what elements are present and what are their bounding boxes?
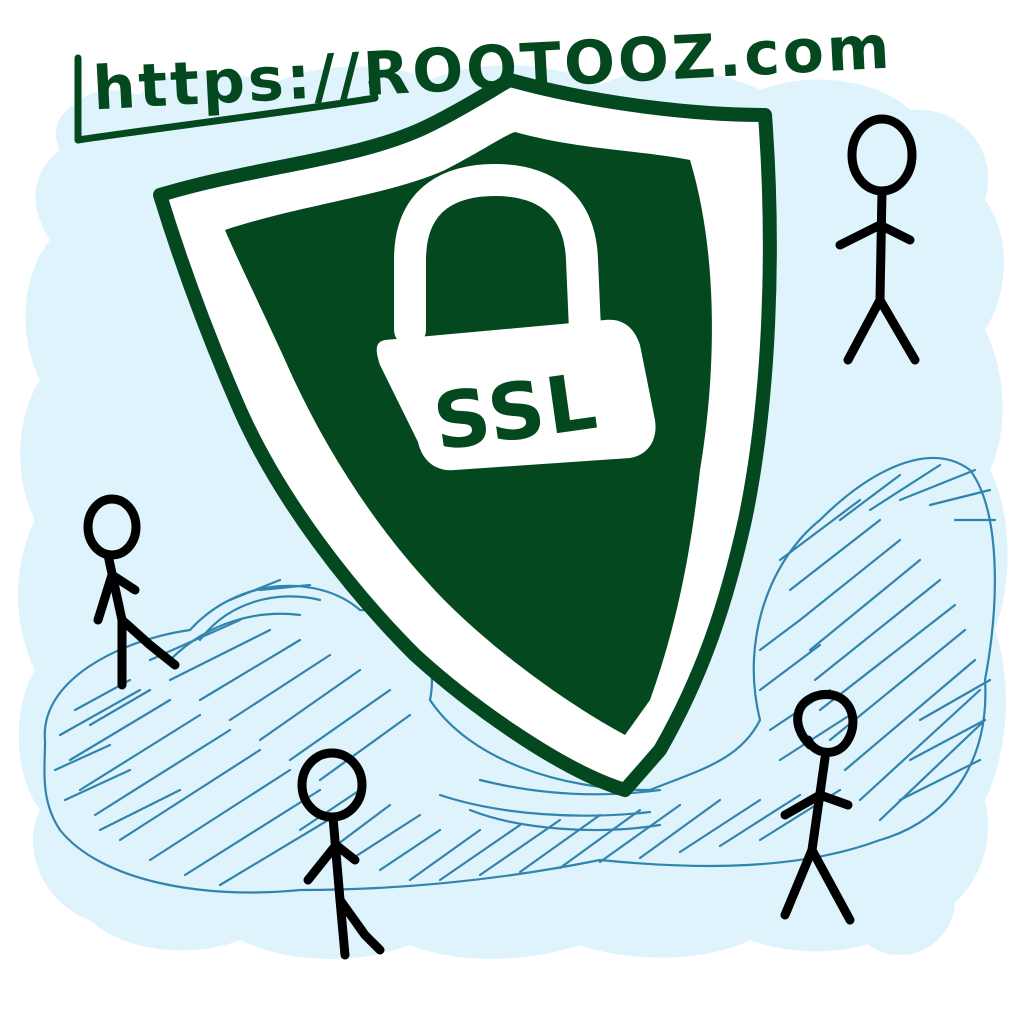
illustration: SSL https://ROOTOOZ.com [0,0,1024,1024]
ssl-illustration-canvas: SSL https://ROOTOOZ.com [18,13,1008,960]
